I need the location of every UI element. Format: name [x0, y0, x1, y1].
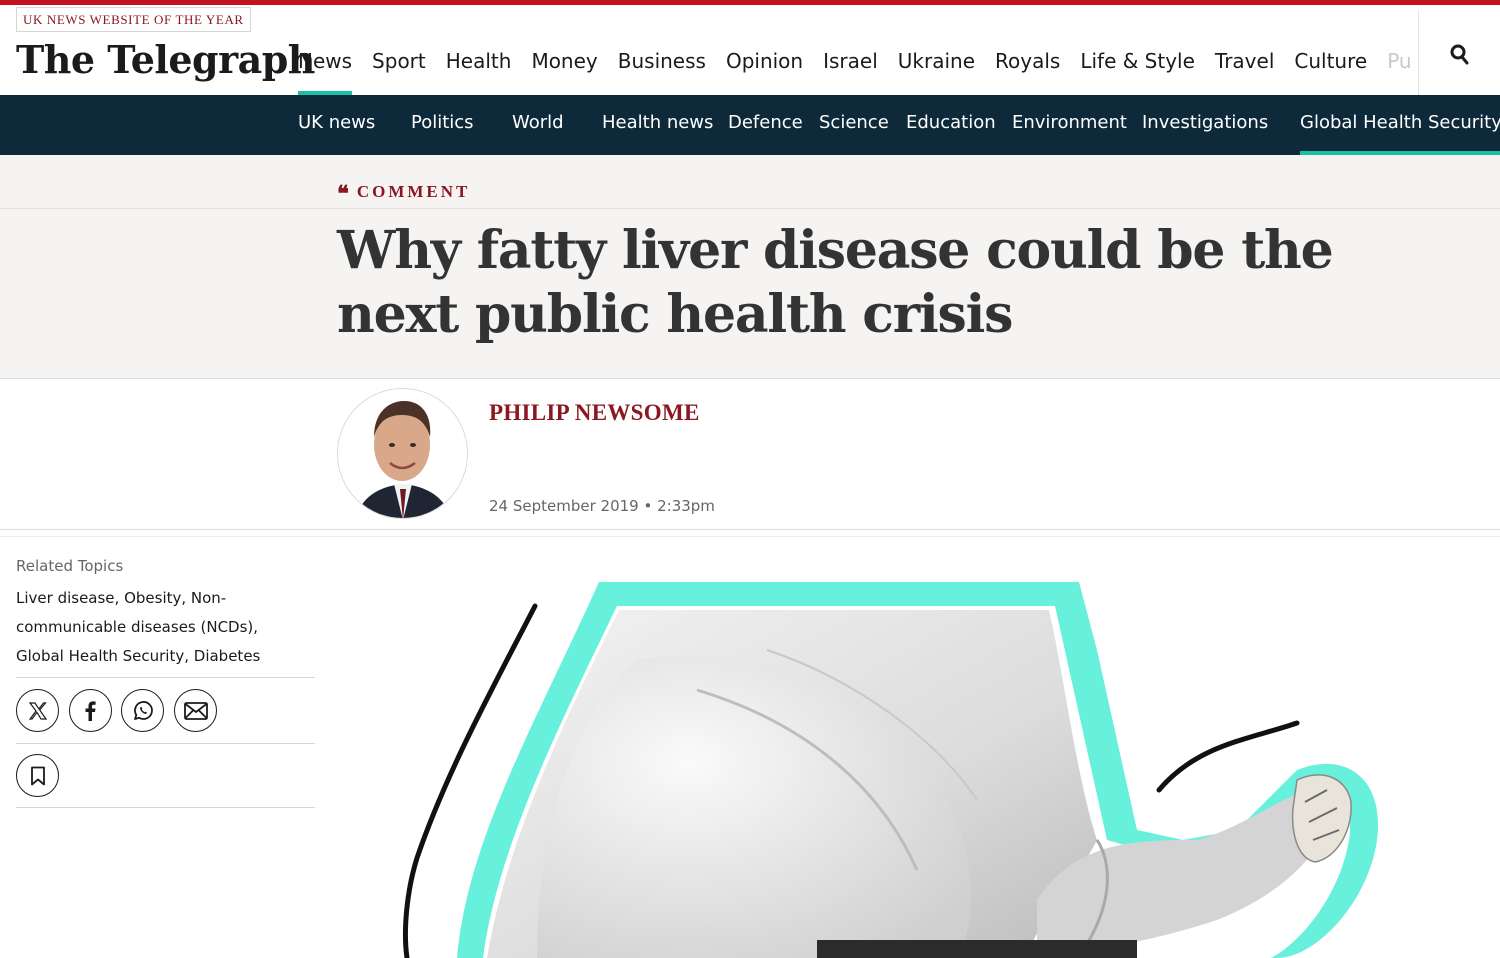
related-topics-links[interactable]: Liver disease, Obesity, Non-communicable… — [16, 584, 308, 671]
search-button[interactable] — [1418, 10, 1500, 100]
email-icon — [183, 701, 208, 720]
site-header: UK NEWS WEBSITE OF THE YEAR The Telegrap… — [0, 5, 1500, 100]
search-icon — [1450, 44, 1469, 65]
author-portrait-icon — [338, 389, 467, 518]
share-email-button[interactable] — [174, 689, 217, 732]
nav-item-money[interactable]: Money — [531, 5, 597, 95]
subnav-item-health-news[interactable]: Health news — [602, 95, 713, 155]
subnav-item-politics[interactable]: Politics — [411, 95, 474, 155]
subnav-item-science[interactable]: Science — [819, 95, 889, 155]
author-name[interactable]: PHILIP NEWSOME — [489, 400, 700, 426]
lead-image — [337, 540, 1500, 958]
x-icon — [28, 701, 47, 720]
subnav-item-uk-news[interactable]: UK news — [298, 95, 375, 155]
nav-item-news[interactable]: News — [298, 5, 353, 95]
nav-item-israel[interactable]: Israel — [823, 5, 878, 95]
save-article-button[interactable] — [16, 754, 59, 797]
subnav-item-world[interactable]: World — [512, 95, 564, 155]
subnav-item-environment[interactable]: Environment — [1012, 95, 1127, 155]
whatsapp-icon — [133, 700, 153, 720]
sidebar-rule — [16, 743, 315, 744]
section-kicker[interactable]: ❝ COMMENT — [337, 177, 471, 206]
subnav-item-global-health-security[interactable]: Global Health Security — [1300, 95, 1500, 155]
nav-item-ukraine[interactable]: Ukraine — [898, 5, 975, 95]
quote-icon: ❝ — [337, 181, 349, 206]
nav-item-royals[interactable]: Royals — [995, 5, 1060, 95]
author-avatar[interactable] — [337, 388, 468, 519]
share-whatsapp-button[interactable] — [121, 689, 164, 732]
nav-item-business[interactable]: Business — [618, 5, 706, 95]
sidebar-rule — [16, 807, 315, 808]
share-x-button[interactable] — [16, 689, 59, 732]
kicker-row: ❝ COMMENT — [0, 155, 1500, 209]
site-logo[interactable]: The Telegraph — [16, 35, 315, 85]
illustration-obese-torso-icon — [402, 582, 1379, 958]
kicker-label: COMMENT — [356, 182, 471, 201]
nav-item-sport[interactable]: Sport — [372, 5, 426, 95]
byline-divider — [0, 529, 1500, 530]
nav-item-opinion[interactable]: Opinion — [726, 5, 803, 95]
nav-item-truncated[interactable]: Pu — [1387, 5, 1411, 95]
subnav-item-education[interactable]: Education — [906, 95, 996, 155]
facebook-icon — [85, 700, 96, 721]
subnav-item-defence[interactable]: Defence — [728, 95, 803, 155]
primary-nav: News Sport Health Money Business Opinion Israe… — [288, 5, 1418, 95]
bookmark-icon — [30, 766, 45, 785]
article-dateline: 24 September 2019 • 2:33pm — [489, 497, 715, 515]
article-headline: Why fatty liver disease could be the nex… — [337, 220, 1334, 345]
related-topics-label: Related Topics — [16, 557, 124, 575]
secondary-nav: UK news Politics World Health news Defen… — [0, 95, 1500, 155]
content-divider — [0, 536, 1500, 537]
nav-item-life-style[interactable]: Life & Style — [1080, 5, 1195, 95]
nav-item-health[interactable]: Health — [446, 5, 512, 95]
share-facebook-button[interactable] — [69, 689, 112, 732]
nav-item-culture[interactable]: Culture — [1294, 5, 1367, 95]
subnav-item-investigations[interactable]: Investigations — [1142, 95, 1268, 155]
headline-band: ❝ COMMENT Why fatty liver disease could b… — [0, 155, 1500, 379]
award-badge: UK NEWS WEBSITE OF THE YEAR — [16, 7, 251, 32]
nav-item-travel[interactable]: Travel — [1215, 5, 1274, 95]
sidebar-rule — [16, 677, 315, 678]
